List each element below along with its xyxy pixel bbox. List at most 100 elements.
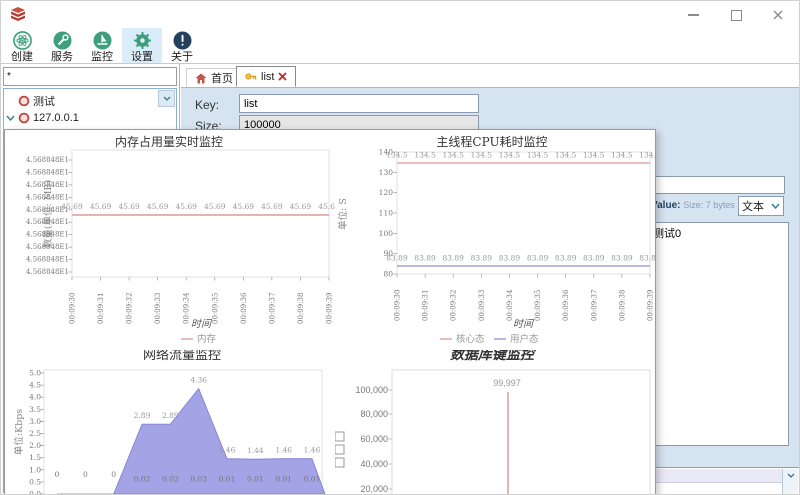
expander-chevron-icon — [6, 115, 15, 121]
svg-text:1.5: 1.5 — [29, 453, 41, 462]
minimize-button[interactable] — [679, 6, 707, 24]
svg-text:20,000: 20,000 — [360, 484, 388, 494]
svg-text:主线程CPU耗时监控: 主线程CPU耗时监控 — [436, 134, 547, 149]
svg-text:0.01: 0.01 — [219, 475, 236, 484]
key-filter-input[interactable] — [3, 67, 177, 86]
svg-text:00:09:38: 00:09:38 — [618, 290, 626, 321]
tab-home[interactable]: 首页 — [186, 68, 242, 87]
svg-text:4.568848E1: 4.568848E1 — [26, 168, 69, 176]
svg-text:134.5: 134.5 — [555, 151, 577, 160]
svg-text:45.69: 45.69 — [290, 202, 312, 211]
svg-text:00:09:33: 00:09:33 — [154, 293, 162, 324]
redis-server-icon — [18, 112, 30, 124]
service-icon — [52, 30, 73, 51]
monitor-charts: 内存占用量实时监控 4.568848E1 4.568848E1 4.568848E1 4… — [5, 130, 655, 495]
svg-text:134.5: 134.5 — [499, 151, 521, 160]
svg-text:80: 80 — [383, 270, 393, 279]
value-type-select[interactable]: 文本 — [738, 196, 784, 216]
svg-text:1.0: 1.0 — [29, 465, 41, 474]
tab-label: list — [261, 71, 274, 83]
svg-text:00:09:30: 00:09:30 — [394, 290, 402, 321]
tree-item-127-0-0-1[interactable]: 127.0.0.1 — [4, 110, 178, 126]
value-size-info: Size: 7 bytes — [683, 200, 735, 210]
svg-text:3.0: 3.0 — [29, 417, 41, 426]
svg-text:4.568848E1: 4.568848E1 — [26, 156, 69, 164]
scroll-up-button[interactable] — [783, 469, 798, 482]
tree-item-test[interactable]: 测试 — [4, 93, 190, 109]
svg-text:100: 100 — [379, 229, 394, 238]
svg-text:00:09:34: 00:09:34 — [506, 289, 514, 321]
svg-text:时间: 时间 — [513, 318, 535, 330]
tab-close-icon[interactable] — [278, 72, 287, 81]
toolbar-item-service[interactable]: 服务 — [42, 28, 82, 63]
toolbar-item-label: 创建 — [2, 51, 42, 63]
minimize-icon — [688, 14, 699, 16]
svg-text:5.0: 5.0 — [29, 369, 41, 378]
tree-item-label: 测试 — [33, 93, 55, 109]
svg-text:45.69: 45.69 — [61, 202, 83, 211]
svg-text:130: 130 — [379, 168, 394, 177]
bottom-scrollbar[interactable] — [782, 469, 798, 495]
svg-text:2.5: 2.5 — [29, 429, 41, 438]
close-icon — [773, 10, 783, 20]
svg-text:83.89: 83.89 — [527, 254, 549, 263]
svg-text:00:09:32: 00:09:32 — [126, 293, 134, 324]
svg-text:0.02: 0.02 — [162, 475, 179, 484]
svg-text:45.69: 45.69 — [175, 202, 197, 211]
svg-text:134.5: 134.5 — [471, 151, 493, 160]
titlebar — [1, 1, 799, 28]
svg-text:4.36: 4.36 — [190, 375, 207, 384]
svg-text:40,000: 40,000 — [360, 459, 388, 469]
toolbar-item-settings[interactable]: 设置 — [122, 28, 162, 63]
toolbar-item-monitor[interactable]: 监控 — [82, 28, 122, 63]
svg-text:内存占用量实时监控: 内存占用量实时监控 — [115, 134, 223, 149]
svg-text:00:09:37: 00:09:37 — [590, 290, 598, 321]
key-input[interactable] — [239, 94, 479, 113]
maximize-button[interactable] — [722, 6, 750, 24]
redis-logo-icon — [9, 5, 27, 23]
toolbar-item-about[interactable]: 关于 — [162, 28, 202, 63]
svg-text:核心态: 核心态 — [456, 333, 485, 345]
svg-text:4.0: 4.0 — [29, 393, 41, 402]
about-icon — [172, 30, 193, 51]
svg-text:4.568848E1: 4.568848E1 — [26, 268, 69, 276]
svg-text:1.44: 1.44 — [247, 446, 264, 455]
svg-text:45.69: 45.69 — [233, 202, 255, 211]
value-content-area[interactable]: 测试0 — [649, 222, 789, 446]
key-field-label: Key: — [195, 98, 219, 112]
svg-text:83.89: 83.89 — [583, 254, 605, 263]
svg-text:45.69: 45.69 — [118, 202, 140, 211]
chevron-down-icon — [787, 473, 795, 478]
svg-text:83.89: 83.89 — [442, 254, 464, 263]
close-button[interactable] — [764, 6, 792, 24]
svg-text:00:09:35: 00:09:35 — [534, 290, 542, 321]
svg-text:单位:Kbps: 单位:Kbps — [13, 409, 25, 455]
svg-text:1.46: 1.46 — [275, 446, 292, 455]
svg-text:00:09:38: 00:09:38 — [297, 293, 305, 324]
redis-server-icon — [18, 95, 30, 107]
svg-text:45.69: 45.69 — [318, 202, 340, 211]
chevron-down-icon — [771, 203, 780, 209]
svg-text:00:09:35: 00:09:35 — [211, 293, 219, 324]
value-header: Value: Size: 7 bytes — [651, 200, 735, 211]
svg-text:00:09:34: 00:09:34 — [183, 292, 191, 324]
svg-text:45.69: 45.69 — [147, 202, 169, 211]
svg-text:80,000: 80,000 — [360, 409, 388, 419]
value-search-input[interactable] — [649, 176, 785, 194]
tab-list[interactable]: list — [236, 66, 296, 87]
svg-text:134.5: 134.5 — [611, 151, 633, 160]
svg-text:00:09:39: 00:09:39 — [647, 290, 655, 321]
toolbar-item-label: 监控 — [82, 51, 122, 63]
toolbar-item-create[interactable]: 创建 — [2, 28, 42, 63]
svg-text:0.0: 0.0 — [29, 490, 41, 495]
svg-text:0.01: 0.01 — [304, 475, 321, 484]
svg-text:60,000: 60,000 — [360, 434, 388, 444]
svg-text:00:09:32: 00:09:32 — [450, 290, 458, 321]
svg-text:0.5: 0.5 — [29, 477, 41, 486]
svg-text:4.5: 4.5 — [29, 381, 41, 390]
svg-text:00:09:30: 00:09:30 — [69, 293, 77, 324]
svg-text:83.89: 83.89 — [414, 254, 436, 263]
svg-text:134.5: 134.5 — [583, 151, 605, 160]
svg-text:134.5: 134.5 — [527, 151, 549, 160]
svg-text:0: 0 — [111, 470, 116, 479]
